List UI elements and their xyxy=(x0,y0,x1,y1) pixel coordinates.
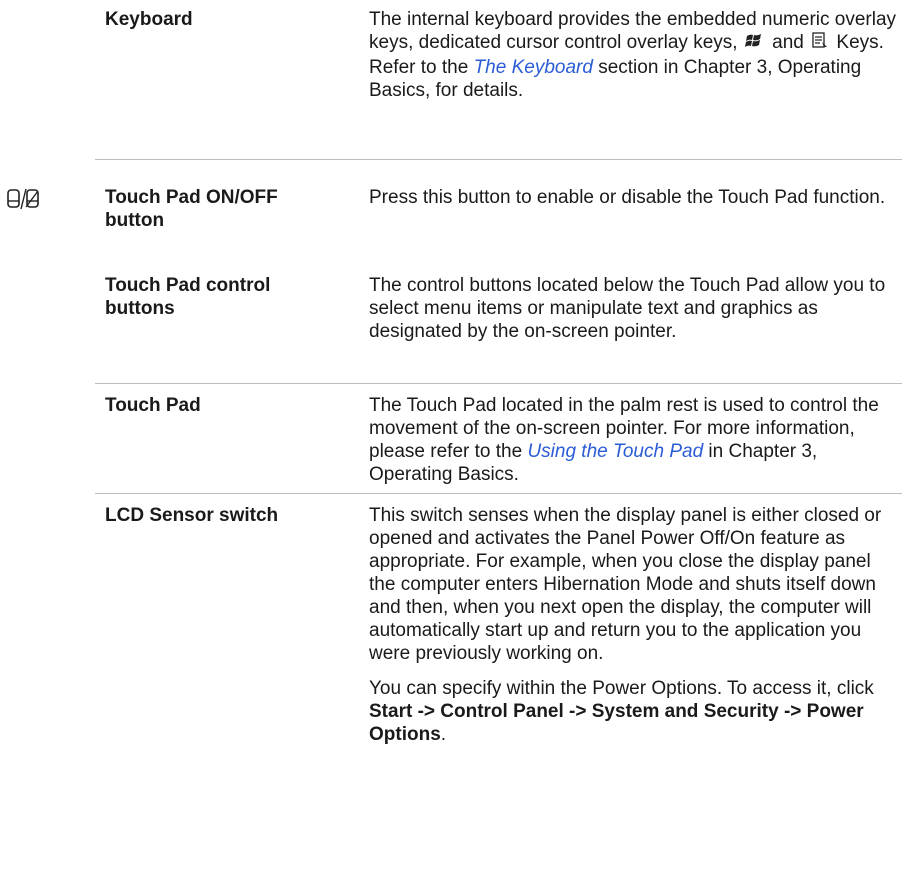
term-touchpad: Touch Pad xyxy=(105,395,201,416)
desc-touchpad-control-buttons: The control buttons located below the To… xyxy=(369,275,886,342)
table-row: Touch Pad control buttons The control bu… xyxy=(95,264,902,384)
desc-touchpad: The Touch Pad located in the palm rest i… xyxy=(369,395,879,485)
touchpad-toggle-icon xyxy=(6,187,40,218)
windows-key-icon xyxy=(744,32,765,56)
desc-keyboard: The internal keyboard provides the embed… xyxy=(369,9,897,101)
term-touchpad-onoff: Touch Pad ON/OFF button xyxy=(105,187,278,231)
application-key-icon xyxy=(811,32,829,56)
desc-lcd-sensor-switch: This switch senses when the display pane… xyxy=(369,504,899,746)
term-keyboard: Keyboard xyxy=(105,9,193,30)
desc-paragraph: This switch senses when the display pane… xyxy=(369,505,882,664)
table-row: Touch Pad The Touch Pad located in the p… xyxy=(95,384,902,494)
desc-touchpad-onoff: Press this button to enable or disable t… xyxy=(369,187,886,208)
table-row: Keyboard The internal keyboard provides … xyxy=(95,0,902,160)
link-using-the-touch-pad[interactable]: Using the Touch Pad xyxy=(527,441,703,462)
link-the-keyboard[interactable]: The Keyboard xyxy=(474,57,593,78)
table-row: Touch Pad ON/OFF button Press this butto… xyxy=(95,160,902,264)
component-table: Keyboard The internal keyboard provides … xyxy=(95,0,902,874)
desc-paragraph: You can specify within the Power Options… xyxy=(369,678,874,745)
term-touchpad-control-buttons: Touch Pad control buttons xyxy=(105,275,271,319)
term-lcd-sensor-switch: LCD Sensor switch xyxy=(105,505,279,526)
table-row: LCD Sensor switch This switch senses whe… xyxy=(95,494,902,874)
